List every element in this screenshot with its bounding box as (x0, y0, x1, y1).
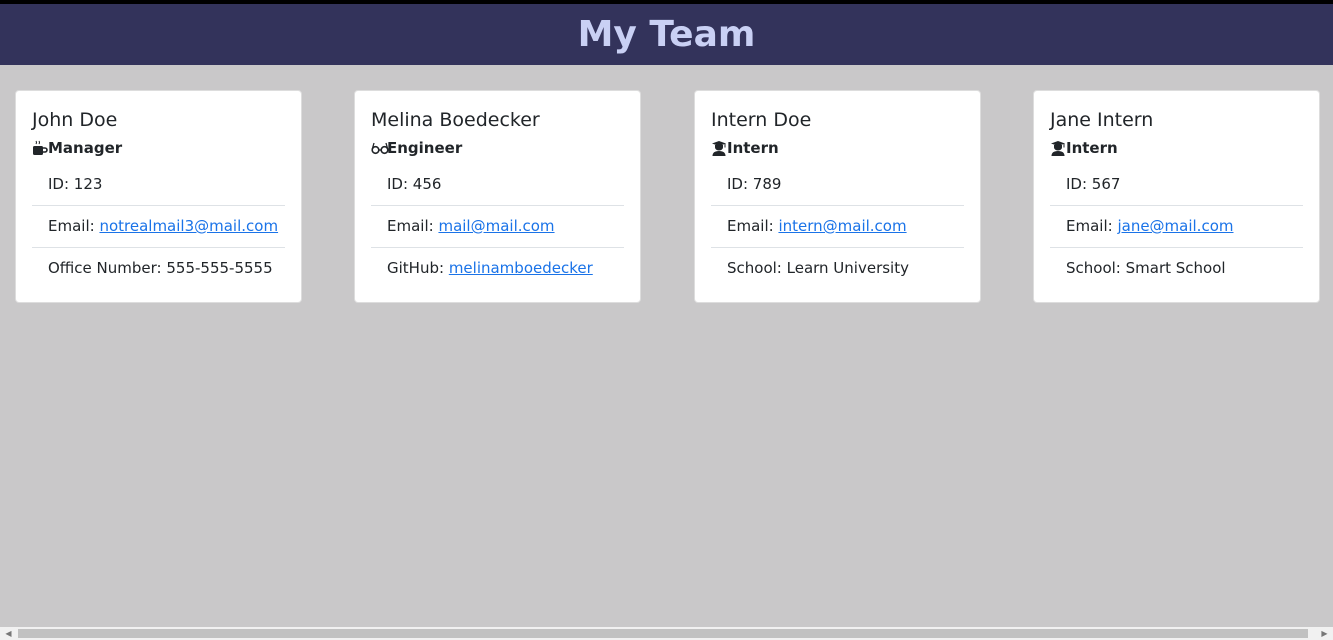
email-link[interactable]: jane@mail.com (1117, 217, 1233, 235)
employee-email-row: Email: intern@mail.com (711, 206, 964, 248)
page-header: My Team (0, 4, 1333, 65)
employee-details: ID: 567 Email: jane@mail.com School: Sma… (1050, 164, 1303, 289)
employee-email-row: Email: notrealmail3@mail.com (32, 206, 285, 248)
scroll-left-icon[interactable]: ◀ (2, 627, 15, 640)
employee-name: Intern Doe (711, 109, 812, 131)
role-label: Manager (48, 139, 123, 157)
employee-role: Intern (1050, 138, 1303, 158)
employee-role: Intern (711, 138, 964, 158)
school: School: Learn University (727, 259, 909, 277)
employee-details: ID: 123 Email: notrealmail3@mail.com Off… (32, 164, 285, 289)
employee-card-intern: Jane Intern Intern ID: 567 Email: jane@m… (1033, 90, 1320, 303)
employee-name: John Doe (32, 109, 118, 131)
employee-card-engineer: Melina Boedecker Engineer ID: 456 Email:… (354, 90, 641, 303)
school: School: Smart School (1066, 259, 1226, 277)
office-number: Office Number: 555-555-5555 (48, 259, 273, 277)
glasses-icon (371, 140, 389, 156)
coffee-icon (32, 140, 48, 156)
employee-card-manager: John Doe Manager ID: 123 Email: notrealm… (15, 90, 302, 303)
employee-card-intern: Intern Doe Intern ID: 789 Email: intern@… (694, 90, 981, 303)
employee-id: ID: 456 (371, 164, 624, 206)
employee-role: Engineer (371, 138, 624, 158)
email-label: Email: (48, 217, 100, 235)
page-title: My Team (577, 13, 756, 55)
github-row: GitHub: melinamboedecker (371, 248, 624, 289)
email-label: Email: (387, 217, 439, 235)
horizontal-scrollbar[interactable]: ◀ ▶ (0, 627, 1333, 640)
employee-details: ID: 456 Email: mail@mail.com GitHub: mel… (371, 164, 624, 289)
scroll-right-icon[interactable]: ▶ (1318, 627, 1331, 640)
employee-role: Manager (32, 138, 285, 158)
email-link[interactable]: mail@mail.com (438, 217, 554, 235)
graduate-icon (711, 140, 727, 156)
employee-name: Melina Boedecker (371, 109, 540, 131)
github-label: GitHub: (387, 259, 449, 277)
employee-email-row: Email: jane@mail.com (1050, 206, 1303, 248)
scroll-thumb[interactable] (18, 629, 1308, 638)
github-link[interactable]: melinamboedecker (449, 259, 593, 277)
role-label: Intern (727, 139, 779, 157)
employee-id: ID: 123 (32, 164, 285, 206)
role-label: Engineer (387, 139, 463, 157)
email-label: Email: (727, 217, 779, 235)
employee-email-row: Email: mail@mail.com (371, 206, 624, 248)
employee-name: Jane Intern (1050, 109, 1154, 131)
role-label: Intern (1066, 139, 1118, 157)
team-cards: John Doe Manager ID: 123 Email: notrealm… (0, 90, 1333, 304)
email-label: Email: (1066, 217, 1118, 235)
employee-id: ID: 789 (711, 164, 964, 206)
email-link[interactable]: intern@mail.com (778, 217, 906, 235)
graduate-icon (1050, 140, 1066, 156)
employee-id: ID: 567 (1050, 164, 1303, 206)
employee-details: ID: 789 Email: intern@mail.com School: L… (711, 164, 964, 289)
email-link[interactable]: notrealmail3@mail.com (99, 217, 278, 235)
